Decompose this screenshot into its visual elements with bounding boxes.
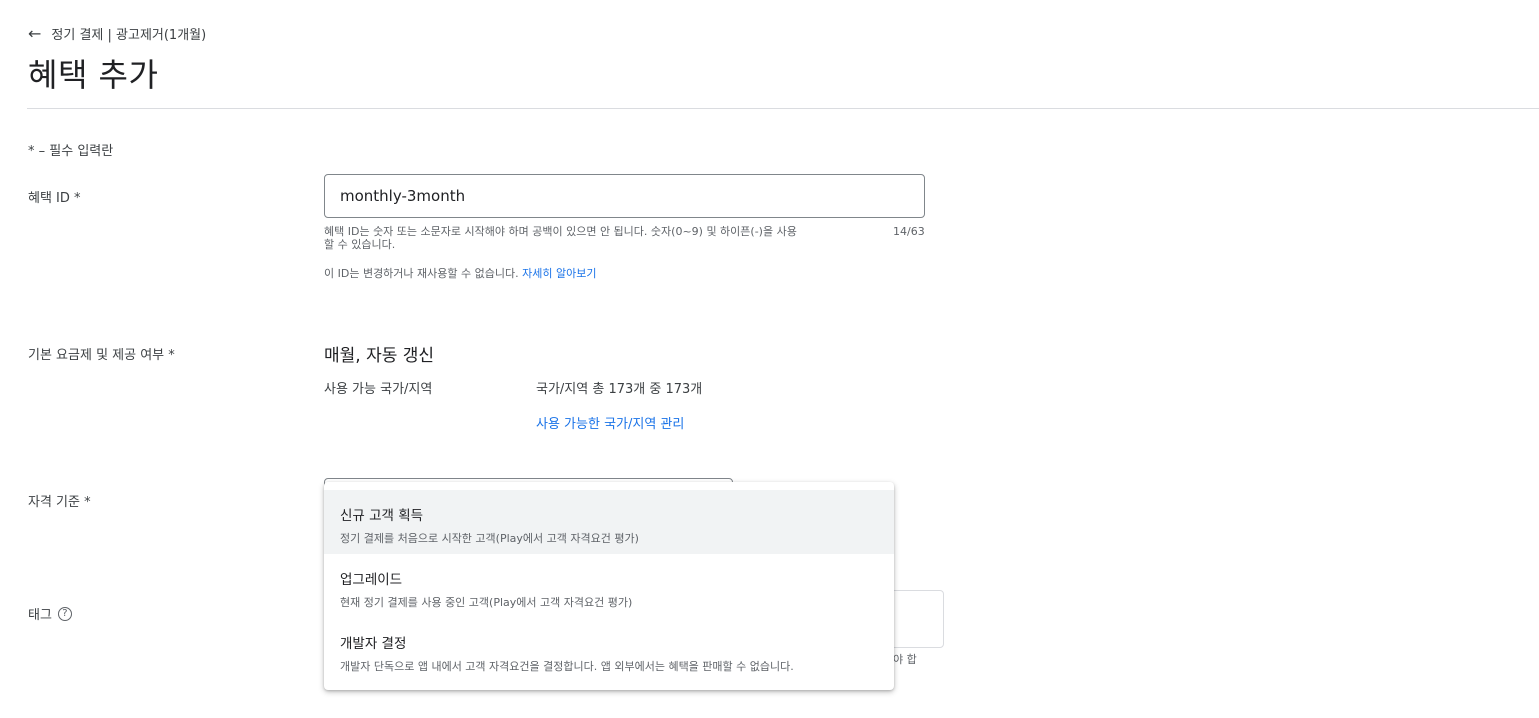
manage-regions-link[interactable]: 사용 가능한 국가/지역 관리 (536, 413, 684, 432)
offer-id-note-text: 이 ID는 변경하거나 재사용할 수 없습니다. (324, 267, 523, 280)
tags-helper-clipped: 야 합 (893, 653, 917, 666)
menu-option-new-customer[interactable]: 신규 고객 획득 정기 결제를 처음으로 시작한 고객(Play에서 고객 자격… (324, 490, 894, 554)
menu-option-desc: 현재 정기 결제를 사용 중인 고객(Play에서 고객 자격요건 평가) (340, 596, 633, 609)
eligibility-label: 자격 기준 * (28, 495, 91, 510)
base-plan-name: 매월, 자동 갱신 (324, 346, 435, 366)
offer-id-label: 혜택 ID * (28, 191, 81, 206)
offer-id-helper: 혜택 ID는 숫자 또는 소문자로 시작해야 하며 공백이 있으면 안 됩니다.… (324, 225, 879, 251)
menu-option-developer-determined[interactable]: 개발자 결정 개발자 단독으로 앱 내에서 고객 자격요건을 결정합니다. 앱 … (324, 618, 894, 682)
menu-option-title: 신규 고객 획득 (340, 508, 424, 524)
availability-value: 국가/지역 총 173개 중 173개 (536, 382, 703, 397)
header-divider (27, 108, 1539, 109)
base-plan-label: 기본 요금제 및 제공 여부 * (28, 348, 175, 363)
page-title: 혜택 추가 (28, 56, 159, 94)
menu-option-desc: 개발자 단독으로 앱 내에서 고객 자격요건을 결정합니다. 앱 외부에서는 혜… (340, 660, 794, 673)
breadcrumb-text: 정기 결제 | 광고제거(1개월) (51, 28, 207, 43)
menu-option-upgrade[interactable]: 업그레이드 현재 정기 결제를 사용 중인 고객(Play에서 고객 자격요건 … (324, 554, 894, 618)
menu-option-desc: 정기 결제를 처음으로 시작한 고객(Play에서 고객 자격요건 평가) (340, 532, 639, 545)
arrow-back-icon[interactable]: ← (28, 25, 41, 42)
availability-label: 사용 가능 국가/지역 (324, 382, 433, 397)
help-circle-icon[interactable]: ? (57, 606, 72, 621)
breadcrumb: ← 정기 결제 | 광고제거(1개월) (28, 24, 206, 43)
eligibility-dropdown-menu: 신규 고객 획득 정기 결제를 처음으로 시작한 고객(Play에서 고객 자격… (324, 482, 894, 690)
offer-id-helper-line1: 혜택 ID는 숫자 또는 소문자로 시작해야 하며 공백이 있으면 안 됩니다.… (324, 225, 797, 238)
offer-id-counter: 14/63 (893, 225, 925, 238)
offer-id-note: 이 ID는 변경하거나 재사용할 수 없습니다. 자세히 알아보기 (324, 267, 596, 280)
menu-option-title: 업그레이드 (340, 572, 403, 588)
menu-option-title: 개발자 결정 (340, 636, 407, 652)
tags-label: 태그 (28, 608, 52, 623)
tags-label-row: 태그 ? (28, 604, 72, 623)
required-note: * – 필수 입력란 (28, 144, 114, 159)
menu-top-padding (324, 482, 894, 490)
offer-id-helper-line2: 할 수 있습니다. (324, 238, 396, 251)
offer-id-input[interactable] (324, 174, 925, 218)
learn-more-link[interactable]: 자세히 알아보기 (522, 267, 596, 280)
